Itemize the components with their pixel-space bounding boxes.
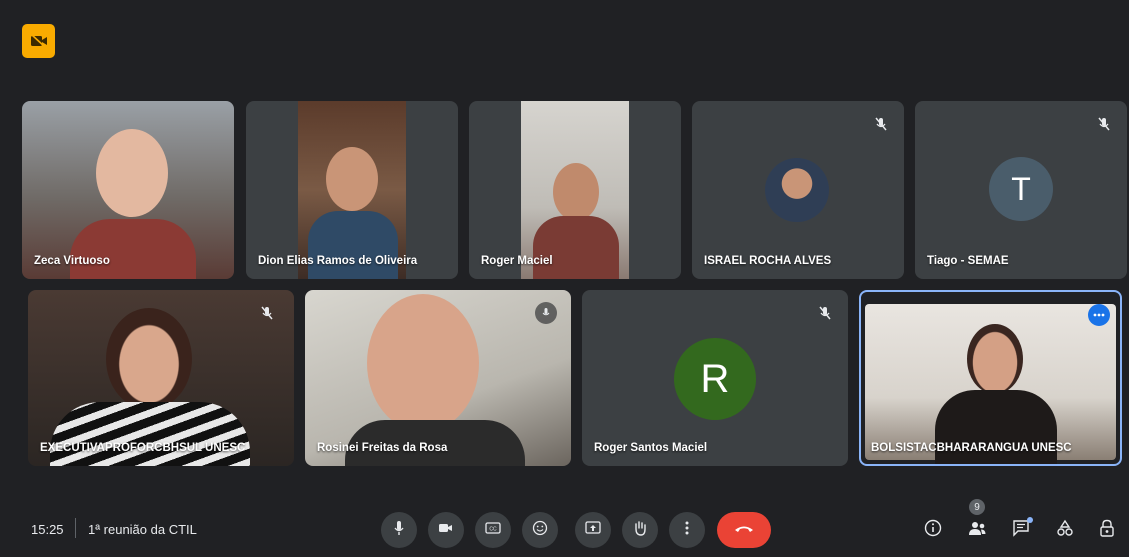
- svg-text:CC: CC: [489, 527, 497, 533]
- participant-video: [106, 308, 192, 410]
- participant-name: BOLSISTACBHARARANGUA UNESC: [871, 442, 1072, 454]
- participant-tile-executiva[interactable]: EXECUTIVAPROFORCBHSUL UNESC: [28, 290, 294, 466]
- divider: [75, 518, 76, 538]
- participant-video: [96, 129, 168, 217]
- end-call-icon: [733, 521, 755, 539]
- mic-icon: [392, 520, 406, 541]
- present-icon: [585, 520, 601, 540]
- participant-video: [367, 294, 479, 432]
- emoji-button[interactable]: [522, 512, 558, 548]
- mic-button[interactable]: [381, 512, 417, 548]
- info-button[interactable]: [918, 515, 948, 545]
- participant-tile-dion[interactable]: Dion Elias Ramos de Oliveira: [246, 101, 458, 279]
- participant-avatar: [765, 158, 829, 222]
- activities-icon: [1056, 519, 1074, 542]
- captions-icon: CC: [485, 521, 501, 539]
- present-button[interactable]: [575, 512, 611, 548]
- people-button[interactable]: 9: [962, 499, 992, 545]
- participant-video: [865, 304, 1116, 464]
- participant-name: Roger Maciel: [481, 255, 553, 267]
- participant-tile-israel[interactable]: ISRAEL ROCHA ALVES: [692, 101, 904, 279]
- participant-tile-tiago[interactable]: T Tiago - SEMAE: [915, 101, 1127, 279]
- host-controls-icon: [1099, 519, 1115, 542]
- raise-hand-icon: [633, 520, 647, 541]
- more-options-button[interactable]: [669, 512, 705, 548]
- participant-video: [521, 101, 629, 279]
- captions-button[interactable]: CC: [475, 512, 511, 548]
- participant-tile-roger-maciel[interactable]: Roger Maciel: [469, 101, 681, 279]
- clock: 15:25: [31, 522, 64, 537]
- mic-icon: [535, 302, 557, 324]
- participant-name: Rosinei Freitas da Rosa: [317, 442, 448, 454]
- people-count-badge: 9: [969, 499, 985, 515]
- participant-video: [298, 101, 406, 279]
- more-options-icon: [685, 521, 689, 540]
- participant-tile-rosinei[interactable]: Rosinei Freitas da Rosa: [305, 290, 571, 466]
- end-call-button[interactable]: [717, 512, 771, 548]
- mic-muted-icon: [872, 115, 890, 133]
- people-icon: [967, 520, 987, 541]
- raise-hand-button[interactable]: [622, 512, 658, 548]
- chat-notification-dot: [1027, 517, 1033, 523]
- participant-tile-bolsista[interactable]: BOLSISTACBHARARANGUA UNESC: [859, 290, 1122, 466]
- mic-muted-icon: [816, 304, 834, 322]
- participant-name: Tiago - SEMAE: [927, 255, 1009, 267]
- participant-tile-roger-santos[interactable]: R Roger Santos Maciel: [582, 290, 848, 466]
- participant-name: Roger Santos Maciel: [594, 442, 708, 454]
- participant-name: Dion Elias Ramos de Oliveira: [258, 255, 418, 267]
- participant-name: ISRAEL ROCHA ALVES: [704, 255, 832, 267]
- top-bar: [0, 0, 1129, 90]
- host-controls-button[interactable]: [1092, 515, 1122, 545]
- mic-muted-icon: [258, 304, 276, 322]
- activities-button[interactable]: [1050, 515, 1080, 545]
- chat-button[interactable]: [1006, 515, 1036, 545]
- meet-badge-icon[interactable]: [22, 24, 55, 58]
- more-options-icon[interactable]: [1088, 304, 1110, 326]
- participant-avatar: T: [989, 157, 1053, 221]
- participant-name: EXECUTIVAPROFORCBHSUL UNESC: [40, 442, 246, 454]
- camera-button[interactable]: [428, 512, 464, 548]
- emoji-icon: [532, 520, 548, 541]
- participant-name: Zeca Virtuoso: [34, 255, 110, 267]
- camera-icon: [438, 521, 454, 539]
- info-icon: [924, 519, 942, 542]
- mic-muted-icon: [1095, 115, 1113, 133]
- participant-avatar: R: [674, 338, 756, 420]
- meeting-title: 1ª reunião da CTIL: [88, 522, 197, 537]
- participant-tile-zeca[interactable]: Zeca Virtuoso: [22, 101, 234, 279]
- participant-body: [70, 219, 196, 279]
